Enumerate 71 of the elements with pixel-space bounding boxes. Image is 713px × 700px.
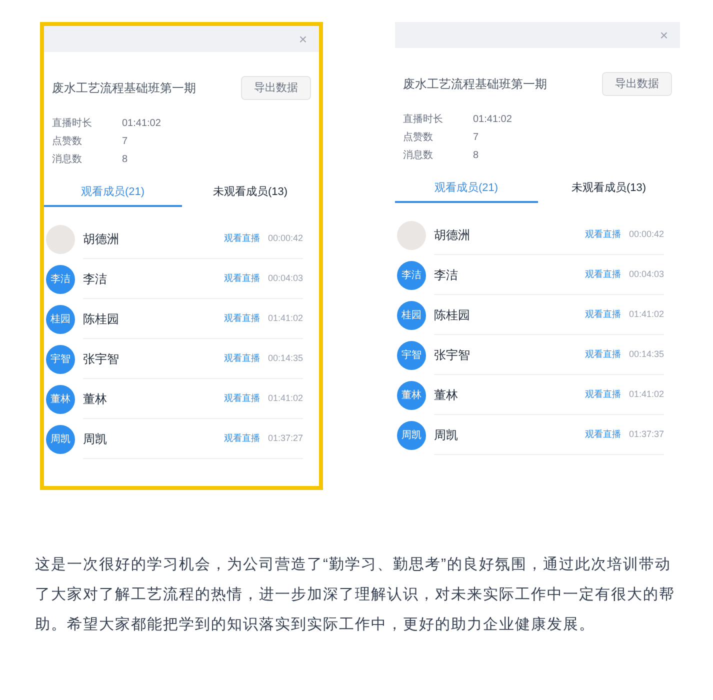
watch-live-link[interactable]: 观看直播 — [224, 232, 260, 246]
watch-live-link[interactable]: 观看直播 — [224, 352, 260, 366]
member-name: 张宇智 — [83, 350, 119, 368]
watch-time: 00:00:42 — [628, 228, 664, 241]
member-name: 陈桂园 — [83, 310, 119, 328]
article-paragraph: 这是一次很好的学习机会，为公司营造了“勤学习、勤思考”的良好氛围，通过此次培训带动了大家对了解工艺流程的热情，进一步加深了理解认识，对未来实际工作中一定有很大的帮助。希望大家都能把学到的知识落实到实际工作中，更好的助力企业健康发展。 — [35, 555, 676, 635]
watch-time: 00:14:35 — [628, 348, 664, 361]
initials-avatar: 董林 — [397, 380, 426, 410]
initials-avatar: 李洁 — [397, 260, 426, 290]
stat-value: 01:41:02 — [473, 113, 512, 127]
watch-live-link[interactable]: 观看直播 — [584, 268, 621, 282]
watch-live-link[interactable]: 观看直播 — [584, 228, 621, 242]
member-name: 张宇智 — [434, 346, 470, 364]
watch-time: 01:41:02 — [268, 312, 303, 325]
stat-label: 消息数 — [403, 148, 434, 163]
initials-avatar: 桂园 — [397, 300, 426, 330]
member-name: 胡德洲 — [83, 230, 119, 248]
stat-value: 01:41:02 — [122, 117, 161, 131]
close-button[interactable]: × — [298, 32, 307, 46]
watch-live-link[interactable]: 观看直播 — [224, 432, 260, 446]
member-tab[interactable]: 未观看成员(13) — [182, 179, 319, 207]
export-button[interactable]: 导出数据 — [241, 76, 311, 100]
member-name: 李洁 — [83, 270, 107, 288]
avatar-photo-placeholder — [46, 224, 75, 254]
member-name: 胡德洲 — [434, 226, 470, 244]
stat-value: 7 — [473, 131, 479, 145]
stat-label: 点赞数 — [403, 130, 434, 145]
initials-avatar: 董林 — [46, 384, 75, 414]
course-title: 废水工艺流程基础班第一期 — [52, 80, 196, 97]
watch-time: 01:37:27 — [268, 432, 303, 445]
member-tab[interactable]: 观看成员(21) — [44, 179, 182, 207]
initials-avatar: 周凯 — [46, 424, 75, 454]
watch-time: 01:37:37 — [628, 428, 664, 441]
watch-time: 00:00:42 — [268, 232, 303, 245]
stat-label: 消息数 — [52, 152, 83, 167]
stat-value: 8 — [473, 149, 479, 163]
export-button[interactable]: 导出数据 — [602, 72, 672, 96]
watch-live-link[interactable]: 观看直播 — [224, 272, 260, 286]
watch-time: 00:14:35 — [268, 352, 303, 365]
initials-avatar: 桂园 — [46, 304, 75, 334]
member-name: 董林 — [83, 390, 107, 408]
stat-value: 8 — [122, 153, 128, 167]
member-name: 周凯 — [83, 430, 107, 448]
watch-live-link[interactable]: 观看直播 — [584, 348, 621, 362]
member-tab[interactable]: 未观看成员(13) — [538, 175, 680, 203]
watch-time: 01:41:02 — [628, 308, 664, 321]
course-title: 废水工艺流程基础班第一期 — [403, 76, 547, 93]
watch-live-link[interactable]: 观看直播 — [224, 392, 260, 406]
initials-avatar: 宇智 — [46, 344, 75, 374]
watch-time: 01:41:02 — [628, 388, 664, 401]
avatar-photo-placeholder — [397, 220, 426, 250]
member-name: 董林 — [434, 386, 458, 404]
watch-live-link[interactable]: 观看直播 — [224, 312, 260, 326]
close-button[interactable]: × — [660, 28, 668, 42]
stat-value: 7 — [122, 135, 128, 149]
member-name: 周凯 — [434, 426, 458, 444]
watch-live-link[interactable]: 观看直播 — [584, 308, 621, 322]
member-tab[interactable]: 观看成员(21) — [395, 175, 538, 203]
watch-live-link[interactable]: 观看直播 — [584, 388, 621, 402]
watch-time: 00:04:03 — [268, 272, 303, 285]
initials-avatar: 宇智 — [397, 340, 426, 370]
member-name: 李洁 — [434, 266, 458, 284]
stat-label: 直播时长 — [52, 116, 93, 131]
watch-time: 01:41:02 — [268, 392, 303, 405]
watch-time: 00:04:03 — [628, 268, 664, 281]
member-name: 陈桂园 — [434, 306, 470, 324]
watch-live-link[interactable]: 观看直播 — [584, 428, 621, 442]
initials-avatar: 周凯 — [397, 420, 426, 450]
stat-label: 点赞数 — [52, 134, 83, 149]
initials-avatar: 李洁 — [46, 264, 75, 294]
stat-label: 直播时长 — [403, 112, 444, 127]
